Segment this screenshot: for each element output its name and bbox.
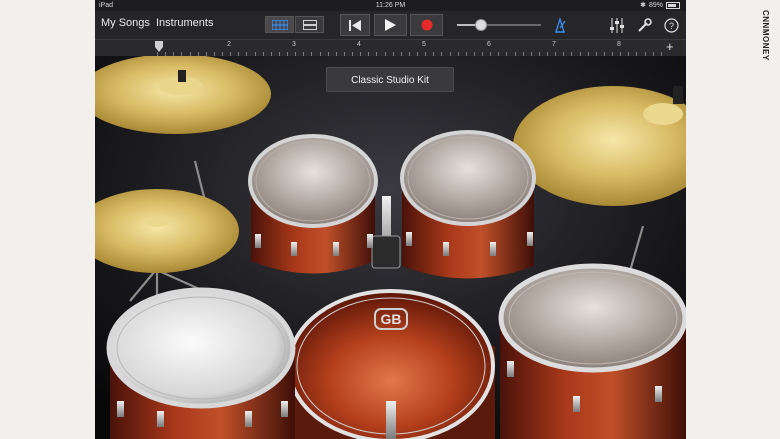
grid-view-icon	[302, 19, 317, 30]
drum-kit: GB	[95, 56, 686, 439]
settings-button[interactable]	[634, 15, 654, 35]
tom-right[interactable]	[400, 130, 536, 279]
watermark-text: CNNMONEY	[761, 10, 770, 61]
master-volume-slider[interactable]	[457, 19, 541, 31]
volume-knob[interactable]	[475, 19, 487, 31]
rewind-icon	[349, 19, 361, 31]
bluetooth-icon: ✱	[640, 2, 646, 9]
metronome-icon	[555, 17, 566, 33]
add-section-icon[interactable]: +	[666, 39, 674, 54]
ruler-bar-number: 6	[487, 41, 491, 48]
svg-text:?: ?	[668, 21, 673, 31]
instruments-button[interactable]: Instruments	[156, 17, 213, 29]
mixer-button[interactable]	[607, 15, 627, 35]
status-right: ✱ 89%	[640, 0, 680, 11]
bass-drum[interactable]: GB	[285, 289, 495, 439]
ipad-screen: iPad 11:26 PM ✱ 89% My Songs Instruments	[95, 0, 686, 439]
timeline-ruler[interactable]: 2 3 4 5 6 7 8 +	[95, 39, 686, 57]
settings-icon	[637, 17, 652, 32]
my-songs-button[interactable]: My Songs	[101, 17, 150, 29]
help-button[interactable]: ?	[661, 15, 681, 35]
play-icon	[385, 19, 396, 31]
metronome-button[interactable]	[550, 15, 570, 35]
kit-name-button[interactable]: Classic Studio Kit	[326, 67, 454, 92]
battery-percent: 89%	[648, 2, 663, 9]
ruler-bar-number: 2	[227, 41, 231, 48]
rewind-button[interactable]	[340, 14, 370, 36]
ruler-bar-number: 3	[292, 41, 296, 48]
record-icon	[421, 19, 432, 31]
ruler-bar-number: 7	[552, 41, 556, 48]
clock: 11:26 PM	[375, 2, 406, 9]
grid-view-button[interactable]	[295, 16, 324, 33]
tracks-view-button[interactable]	[265, 16, 294, 33]
battery-icon	[666, 2, 680, 9]
tracks-view-icon	[271, 19, 288, 30]
snare-drum[interactable]	[106, 287, 296, 439]
watermark: CNNMONEY	[760, 10, 774, 100]
help-icon: ?	[663, 17, 679, 33]
ruler-bar-number: 4	[357, 41, 361, 48]
record-button[interactable]	[410, 14, 443, 36]
bass-drum-logo: GB	[381, 311, 402, 327]
floor-tom[interactable]	[498, 263, 686, 439]
mixer-icon	[610, 17, 624, 33]
play-button[interactable]	[374, 14, 407, 36]
status-bar: iPad 11:26 PM ✱ 89%	[95, 0, 686, 11]
tom-left[interactable]	[248, 134, 378, 274]
toolbar: My Songs Instruments ?	[95, 11, 686, 40]
ruler-bar-number: 8	[617, 41, 621, 48]
ruler-bar-number: 5	[422, 41, 426, 48]
